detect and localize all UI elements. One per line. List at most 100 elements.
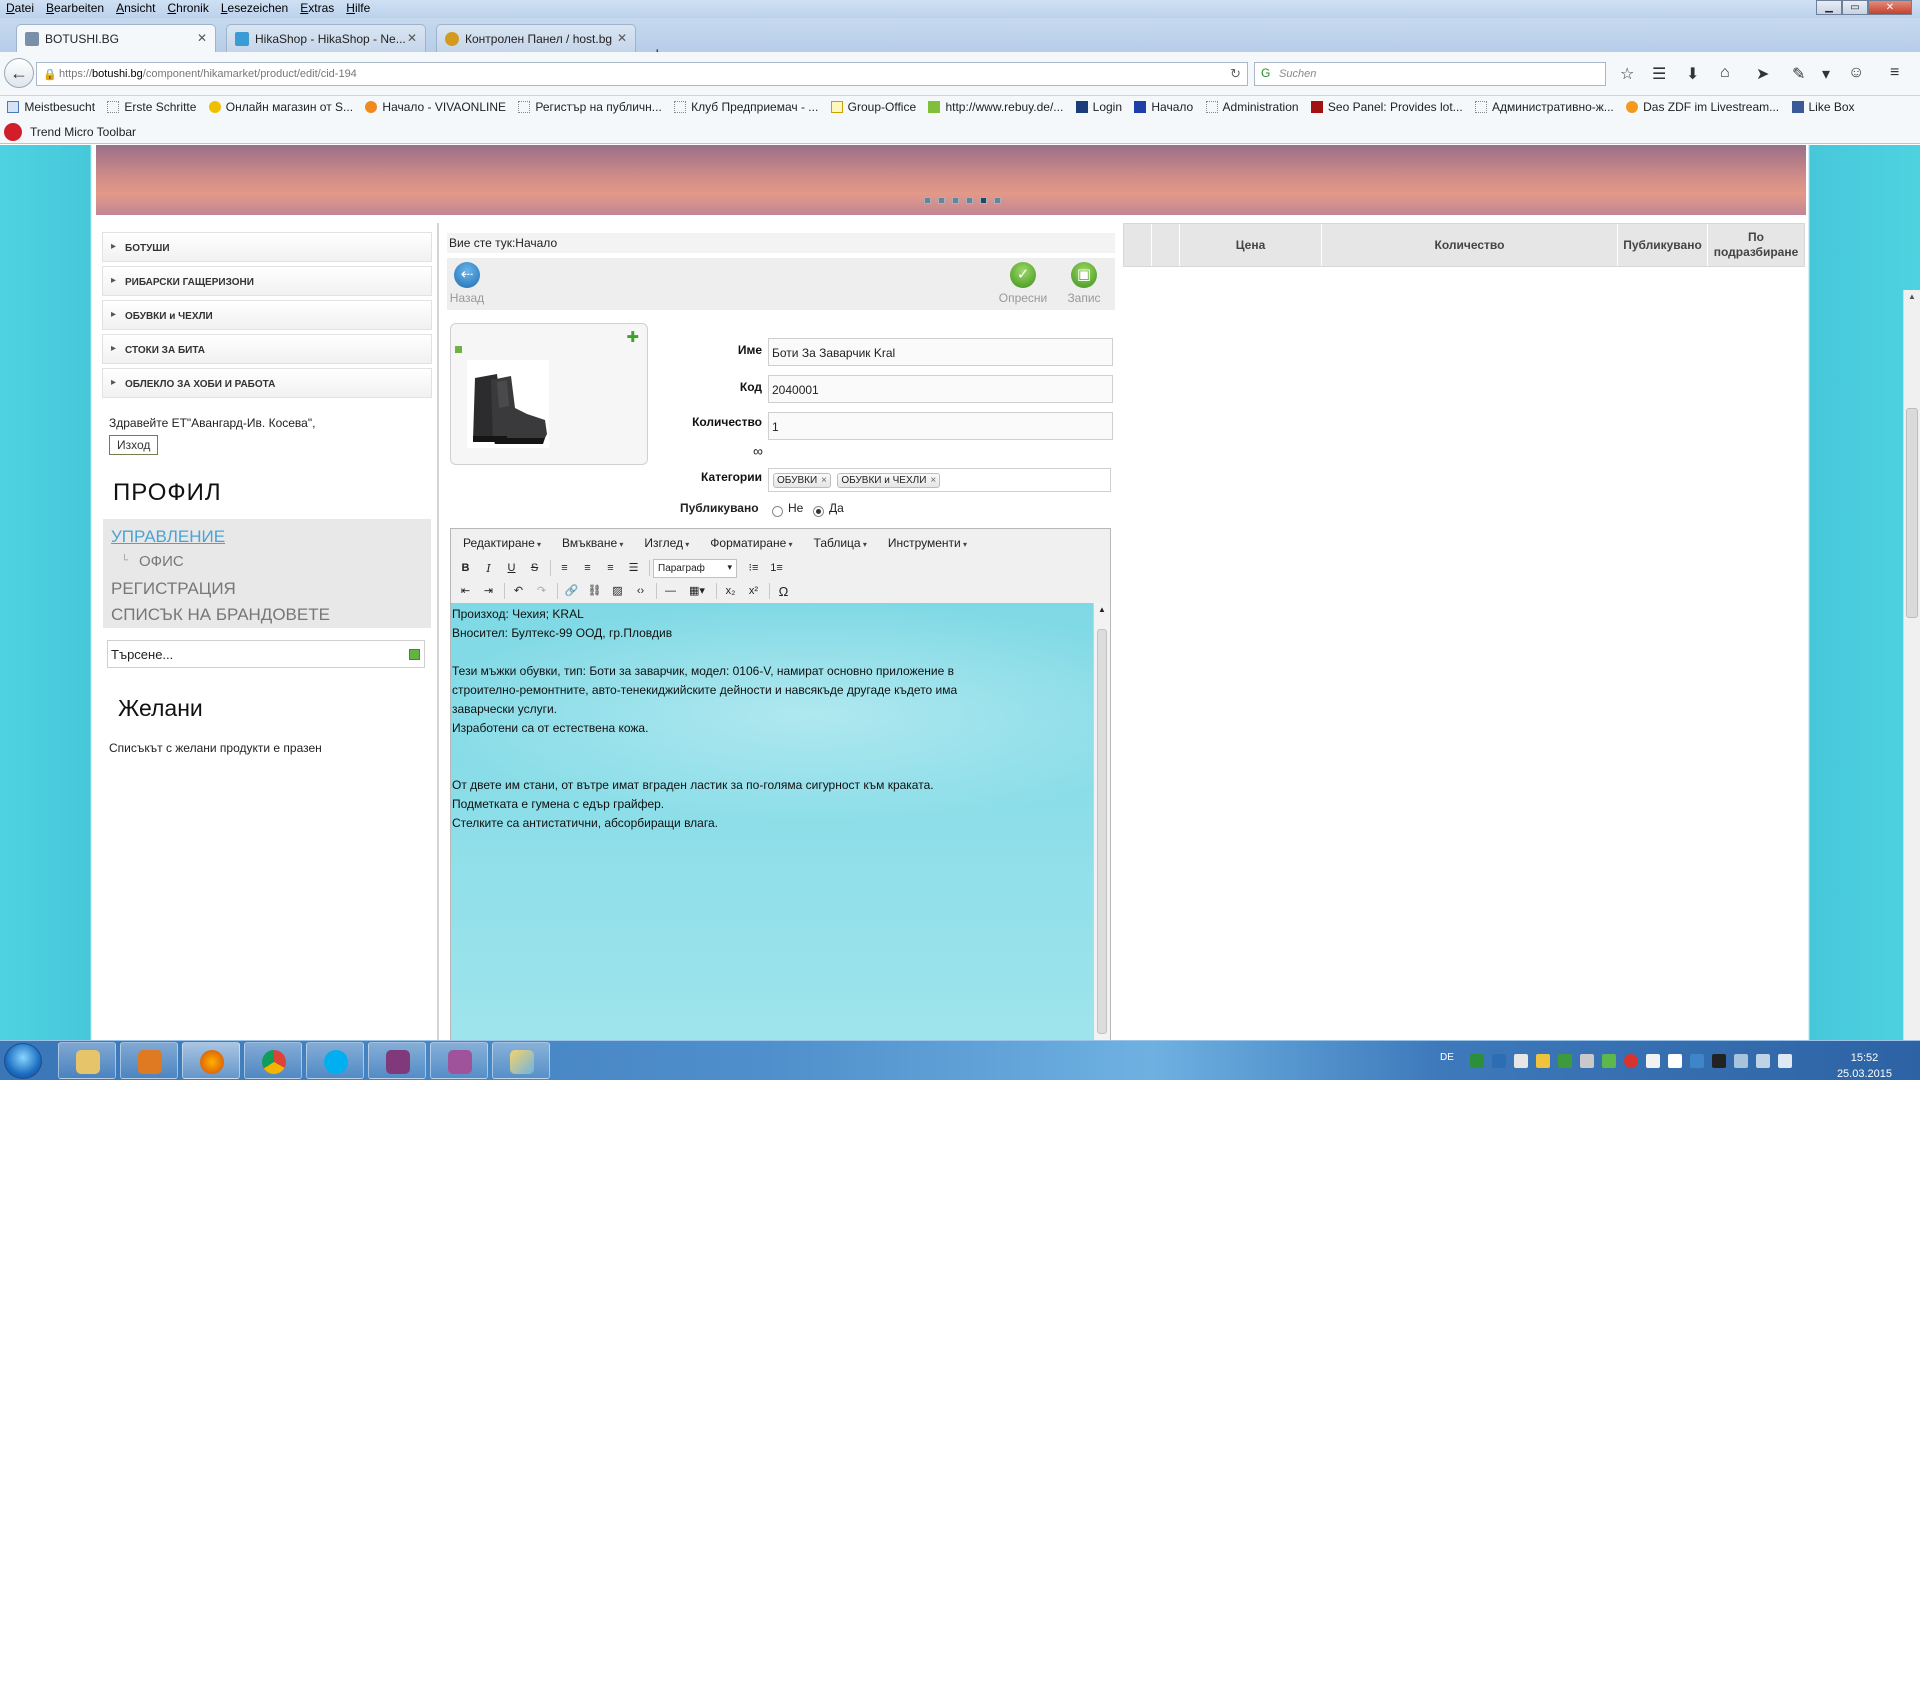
maximize-icon[interactable]: ▭ (1842, 0, 1868, 15)
strikethrough-icon[interactable]: S (524, 559, 545, 578)
tray-app-icon[interactable] (1470, 1054, 1484, 1068)
format-select[interactable]: Параграф (653, 558, 737, 578)
editor-menu-tools[interactable]: Инструменти (888, 536, 967, 555)
bookmark-item[interactable]: Erste Schritte (107, 96, 196, 114)
align-left-icon[interactable]: ≡ (554, 559, 575, 578)
bookmark-item[interactable]: Клуб Предприемач - ... (674, 96, 818, 114)
bookmark-item[interactable]: Login (1075, 96, 1122, 114)
slider-dot[interactable] (994, 197, 1001, 204)
editor-content[interactable]: Произход: Чехия; KRAL Вносител: Бултекс-… (451, 603, 1094, 1040)
tray-app-icon[interactable] (1712, 1054, 1726, 1068)
menu-file[interactable]: Datei (0, 0, 40, 15)
profile-menu-manage[interactable]: УПРАВЛЕНИЕ (111, 527, 225, 547)
menu-view[interactable]: Ansicht (110, 0, 161, 15)
trend-micro-icon[interactable] (4, 123, 22, 141)
hamburger-menu-icon[interactable]: ≡ (1890, 64, 1899, 82)
indent-icon[interactable]: ⇥ (478, 582, 499, 601)
column-header-price[interactable]: Цена (1180, 224, 1322, 266)
published-no-radio[interactable] (772, 506, 783, 517)
infinity-quantity-toggle[interactable]: ∞ (753, 443, 763, 459)
bookmark-item[interactable]: Онлайн магазин от S... (208, 96, 353, 114)
editor-scroll-thumb[interactable] (1097, 629, 1107, 1034)
image-icon[interactable]: ▨ (607, 582, 628, 601)
addon-icon[interactable]: ✎ (1792, 64, 1805, 84)
slider-dot[interactable] (938, 197, 945, 204)
tray-app-icon[interactable] (1558, 1054, 1572, 1068)
slider-dot[interactable] (924, 197, 931, 204)
star-icon[interactable]: ☆ (1620, 64, 1634, 84)
logout-button[interactable]: Изход (109, 435, 159, 455)
horizontal-rule-icon[interactable]: — (660, 582, 681, 601)
underline-icon[interactable]: U (501, 559, 522, 578)
url-bar[interactable]: 🔒 https://botushi.bg/component/hikamarke… (36, 62, 1248, 86)
category-item[interactable]: БОТУШИ (102, 232, 432, 262)
back-button[interactable]: ⇠ Назад (449, 258, 485, 305)
menu-history[interactable]: Chronik (161, 0, 214, 15)
align-right-icon[interactable]: ≡ (600, 559, 621, 578)
bookmark-item[interactable]: Meistbesucht (7, 96, 95, 114)
bookmark-item[interactable]: http://www.rebuy.de/... (928, 96, 1063, 114)
align-center-icon[interactable]: ≡ (577, 559, 598, 578)
add-image-icon[interactable]: ✚ (626, 328, 639, 346)
column-header-empty[interactable] (1124, 224, 1152, 266)
unlink-icon[interactable]: ⛓ (584, 582, 605, 601)
trend-micro-label[interactable]: Trend Micro Toolbar (30, 125, 136, 139)
clock[interactable]: 15:52 25.03.2015 (1837, 1050, 1892, 1082)
editor-menu-view[interactable]: Изглед (644, 536, 689, 555)
close-tab-icon[interactable]: ✕ (617, 31, 627, 45)
profile-menu-brands[interactable]: СПИСЪК НА БРАНДОВЕТЕ (111, 605, 330, 625)
language-indicator[interactable]: DE (1440, 1052, 1454, 1063)
menu-help[interactable]: Hilfe (340, 0, 376, 15)
category-item[interactable]: ОБЛЕКЛО ЗА ХОБИ И РАБОТА (102, 368, 432, 398)
back-arrow-icon[interactable]: ← (4, 58, 34, 88)
link-icon[interactable]: 🔗 (561, 582, 582, 601)
image-select-icon[interactable] (455, 346, 462, 353)
tray-app-icon[interactable] (1514, 1054, 1528, 1068)
page-scroll-thumb[interactable] (1906, 408, 1918, 618)
table-icon[interactable]: ▦▾ (683, 582, 711, 601)
taskbar-onenote-clipper[interactable] (430, 1042, 488, 1079)
minimize-icon[interactable]: ▁ (1816, 0, 1842, 15)
refresh-button[interactable]: ✓ Опресни (993, 258, 1053, 305)
category-item[interactable]: СТОКИ ЗА БИТА (102, 334, 432, 364)
remove-chip-icon[interactable]: × (930, 475, 936, 486)
taskbar-onenote[interactable] (368, 1042, 426, 1079)
save-button[interactable]: ▣ Запис (1061, 258, 1107, 305)
tray-app-icon[interactable] (1602, 1054, 1616, 1068)
close-tab-icon[interactable]: ✕ (407, 31, 417, 45)
bookmark-item[interactable]: Начало - VIVAONLINE (365, 96, 506, 114)
slider-dot-active[interactable] (980, 197, 987, 204)
tray-app-icon[interactable] (1624, 1054, 1638, 1068)
subscript-icon[interactable]: x₂ (720, 582, 741, 601)
undo-icon[interactable]: ↶ (508, 582, 529, 601)
editor-menu-insert[interactable]: Вмъкване (562, 536, 623, 555)
profile-menu-office[interactable]: ОФИС (139, 553, 184, 570)
column-header-published[interactable]: Публикувано (1618, 224, 1708, 266)
bookmark-item[interactable]: Регистър на публичн... (518, 96, 662, 114)
close-tab-icon[interactable]: ✕ (197, 31, 207, 45)
reload-icon[interactable]: ↻ (1230, 66, 1241, 82)
search-go-icon[interactable] (409, 649, 420, 660)
italic-icon[interactable]: I (478, 559, 499, 578)
quantity-input[interactable]: 1 (768, 412, 1113, 440)
superscript-icon[interactable]: x² (743, 582, 764, 601)
download-icon[interactable]: ⬇ (1686, 64, 1699, 84)
editor-menu-format[interactable]: Форматиране (710, 536, 792, 555)
product-image[interactable] (467, 360, 549, 448)
taskbar-paint[interactable] (492, 1042, 550, 1079)
taskbar-firefox[interactable] (182, 1042, 240, 1079)
network-icon[interactable] (1756, 1054, 1770, 1068)
profile-menu-register[interactable]: РЕГИСТРАЦИЯ (111, 579, 236, 599)
column-header-default[interactable]: По подразбиране (1708, 224, 1804, 266)
volume-icon[interactable] (1778, 1054, 1792, 1068)
bold-icon[interactable]: B (455, 559, 476, 578)
category-item[interactable]: РИБАРСКИ ГАЩЕРИЗОНИ (102, 266, 432, 296)
category-item[interactable]: ОБУВКИ и ЧЕХЛИ (102, 300, 432, 330)
editor-scrollbar[interactable]: ▲ (1093, 603, 1110, 1040)
tray-app-icon[interactable] (1492, 1054, 1506, 1068)
bookmark-item[interactable]: Like Box (1791, 96, 1855, 114)
bookmark-item[interactable]: Group-Office (830, 96, 916, 114)
taskbar-skype[interactable] (306, 1042, 364, 1079)
menu-bookmarks[interactable]: Lesezeichen (215, 0, 294, 15)
slider-dot[interactable] (952, 197, 959, 204)
